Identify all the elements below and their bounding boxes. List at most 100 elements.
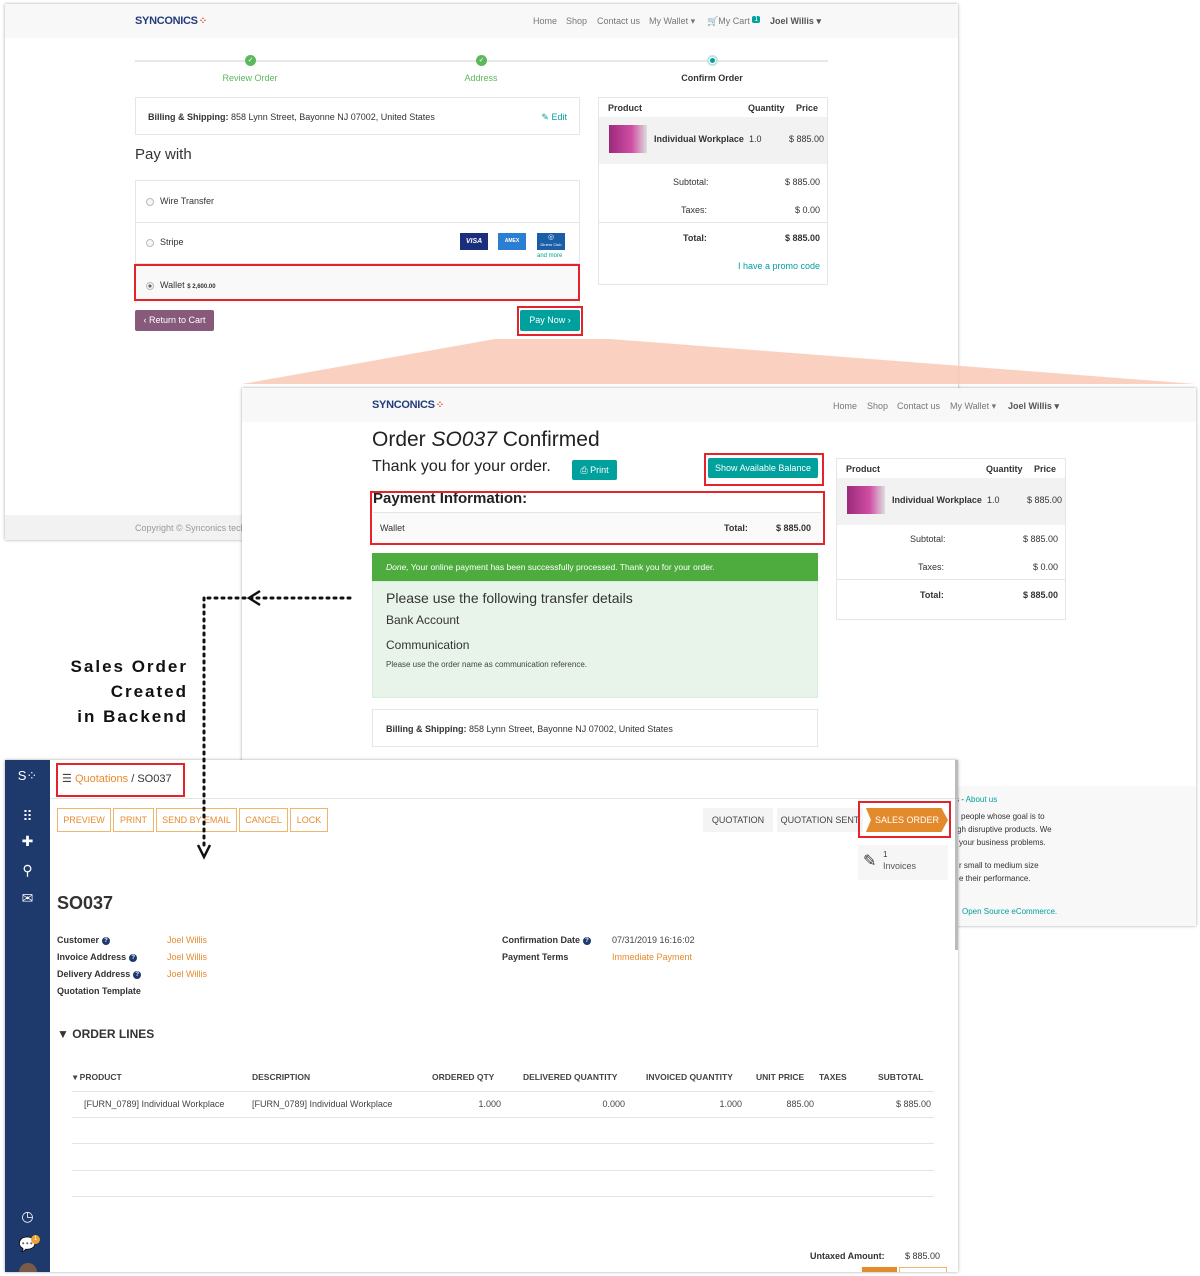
highlight-sales-order-frame: [858, 801, 951, 838]
footer-text: gh disruptive products. We: [957, 825, 1052, 834]
help-icon[interactable]: ?: [133, 971, 142, 979]
billing-address: 858 Lynn Street, Bayonne NJ 07002, Unite…: [469, 724, 673, 734]
scrollbar[interactable]: [955, 760, 958, 950]
nav-shop[interactable]: Shop: [867, 401, 888, 411]
help-icon[interactable]: ?: [102, 937, 111, 945]
col-delivered-qty[interactable]: DELIVERED QUANTITY: [523, 1072, 617, 1082]
col-invoiced-qty[interactable]: INVOICED QUANTITY: [646, 1072, 733, 1082]
order-lines-section-toggle[interactable]: ▼ ORDER LINES: [57, 1027, 154, 1041]
footer-button[interactable]: [862, 1267, 897, 1272]
arrow-down-icon: [196, 844, 212, 860]
highlight-balance-frame: [704, 453, 824, 486]
nav-contact[interactable]: Contact us: [897, 401, 940, 411]
stage-quotation[interactable]: QUOTATION: [703, 808, 773, 832]
field-customer-value[interactable]: Joel Willis: [167, 935, 207, 945]
cell-description: [FURN_0789] Individual Workplace: [252, 1099, 393, 1109]
title-post: Confirmed: [502, 428, 600, 451]
thank-you-text: Thank you for your order.: [372, 458, 551, 475]
cell-invoiced-qty: 1.000: [719, 1099, 742, 1109]
product-price: $ 885.00: [1026, 495, 1062, 505]
total-value: $ 885.00: [1022, 590, 1058, 600]
clock-icon[interactable]: ◷: [5, 1208, 50, 1225]
product-name: Individual Workplace: [892, 495, 982, 505]
nav-home[interactable]: Home: [833, 401, 857, 411]
nav-wallet-label: My Wallet: [950, 401, 990, 411]
cell-unit-price: 885.00: [786, 1099, 814, 1109]
billing-label: Billing & Shipping:: [386, 724, 467, 734]
section-title: ORDER LINES: [72, 1027, 155, 1041]
col-product[interactable]: ▾ PRODUCT: [73, 1072, 122, 1083]
title-pre: Order: [372, 428, 426, 451]
untaxed-amount-label: Untaxed Amount:: [810, 1251, 885, 1261]
field-confirmation-date-label: Confirmation Date?: [502, 935, 592, 945]
subtotal-label: Subtotal:: [910, 534, 946, 544]
order-summary-card: Product Quantity Price Individual Workpl…: [836, 458, 1066, 620]
untaxed-amount-value: $ 885.00: [905, 1251, 941, 1261]
footer-text: your business problems.: [959, 838, 1046, 847]
cell-subtotal: $ 885.00: [895, 1099, 931, 1109]
bank-account-label: Bank Account: [386, 613, 460, 627]
help-icon[interactable]: ?: [583, 937, 592, 945]
taxes-value: $ 0.00: [1032, 562, 1058, 572]
field-confirmation-date-value: 07/31/2019 16:16:02: [612, 935, 695, 945]
nav-user-menu[interactable]: Joel Willis ▾: [1008, 401, 1059, 412]
field-payment-terms-label: Payment Terms: [502, 952, 569, 962]
field-customer-label: Customer?: [57, 935, 111, 945]
user-name: Joel Willis: [1008, 401, 1052, 411]
label-text: Confirmation Date: [502, 935, 581, 945]
col-unit-price[interactable]: UNIT PRICE: [756, 1072, 804, 1082]
mail-icon[interactable]: ✉: [5, 890, 50, 907]
printer-icon: ⎙: [580, 465, 588, 475]
avatar[interactable]: [19, 1263, 37, 1272]
field-invoice-address-label: Invoice Address?: [57, 952, 138, 962]
print-button[interactable]: ⎙ Print: [572, 460, 617, 480]
edit-document-icon: ✎: [863, 853, 877, 870]
zoom-callout-shape: [242, 339, 1196, 384]
field-quotation-template-label: Quotation Template: [57, 986, 141, 996]
about-us-link[interactable]: About us: [966, 795, 998, 804]
invoices-smart-button[interactable]: ✎ 1 Invoices: [858, 845, 948, 880]
footer-button[interactable]: [899, 1267, 947, 1272]
copyright-text: Copyright © Synconics tech: [135, 523, 246, 533]
col-subtotal[interactable]: SUBTOTAL: [878, 1072, 924, 1082]
invoices-count: 1: [883, 850, 888, 859]
payment-success-alert: Done, Your online payment has been succe…: [372, 553, 818, 581]
communication-label: Communication: [386, 638, 470, 652]
col-taxes[interactable]: TAXES: [819, 1072, 847, 1082]
taxes-label: Taxes:: [918, 562, 945, 572]
help-icon[interactable]: ?: [129, 954, 138, 962]
transfer-details-box: Please use the following transfer detail…: [372, 581, 818, 698]
logo-text: SYNCONICS: [372, 399, 435, 411]
chat-icon[interactable]: 💬: [5, 1236, 50, 1253]
field-invoice-address-value[interactable]: Joel Willis: [167, 952, 207, 962]
col-product: Product: [846, 464, 881, 474]
stage-quotation-sent[interactable]: QUOTATION SENT: [777, 808, 863, 832]
open-source-ecommerce-link[interactable]: Open Source eCommerce.: [962, 907, 1057, 916]
record-title: SO037: [57, 893, 114, 913]
col-price: Price: [1034, 464, 1057, 474]
nav-my-wallet[interactable]: My Wallet ▾: [950, 401, 996, 412]
field-payment-terms-value[interactable]: Immediate Payment: [612, 952, 692, 962]
label-text: Delivery Address: [57, 969, 131, 979]
col-description[interactable]: DESCRIPTION: [252, 1072, 310, 1082]
print-label: Print: [590, 465, 609, 475]
total-label: Total:: [920, 590, 944, 600]
col-ordered-qty[interactable]: ORDERED QTY: [432, 1072, 494, 1082]
billing-text: Billing & Shipping: 858 Lynn Street, Bay…: [386, 724, 673, 734]
logo-dots-icon: ⁘: [435, 400, 444, 411]
product-qty: 1.0: [987, 495, 1000, 505]
product-image: [847, 486, 885, 514]
synconics-logo[interactable]: SYNCONICS⁘: [372, 399, 444, 411]
caret-down-icon: ▼: [57, 1027, 69, 1041]
highlight-payment-info-frame: [370, 491, 825, 545]
col-label: PRODUCT: [79, 1072, 122, 1082]
cell-delivered-qty: 0.000: [602, 1099, 625, 1109]
order-ref: SO037: [431, 428, 497, 451]
cell-product: [FURN_0789] Individual Workplace: [84, 1099, 225, 1109]
sort-caret-icon: ▾: [73, 1072, 78, 1082]
footer-text: r small to medium size: [959, 861, 1039, 870]
summary-product-row: Individual Workplace 1.0 $ 885.00: [837, 478, 1065, 525]
billing-shipping-box: Billing & Shipping: 858 Lynn Street, Bay…: [372, 709, 818, 747]
field-delivery-address-value[interactable]: Joel Willis: [167, 969, 207, 979]
transfer-title: Please use the following transfer detail…: [386, 590, 633, 606]
